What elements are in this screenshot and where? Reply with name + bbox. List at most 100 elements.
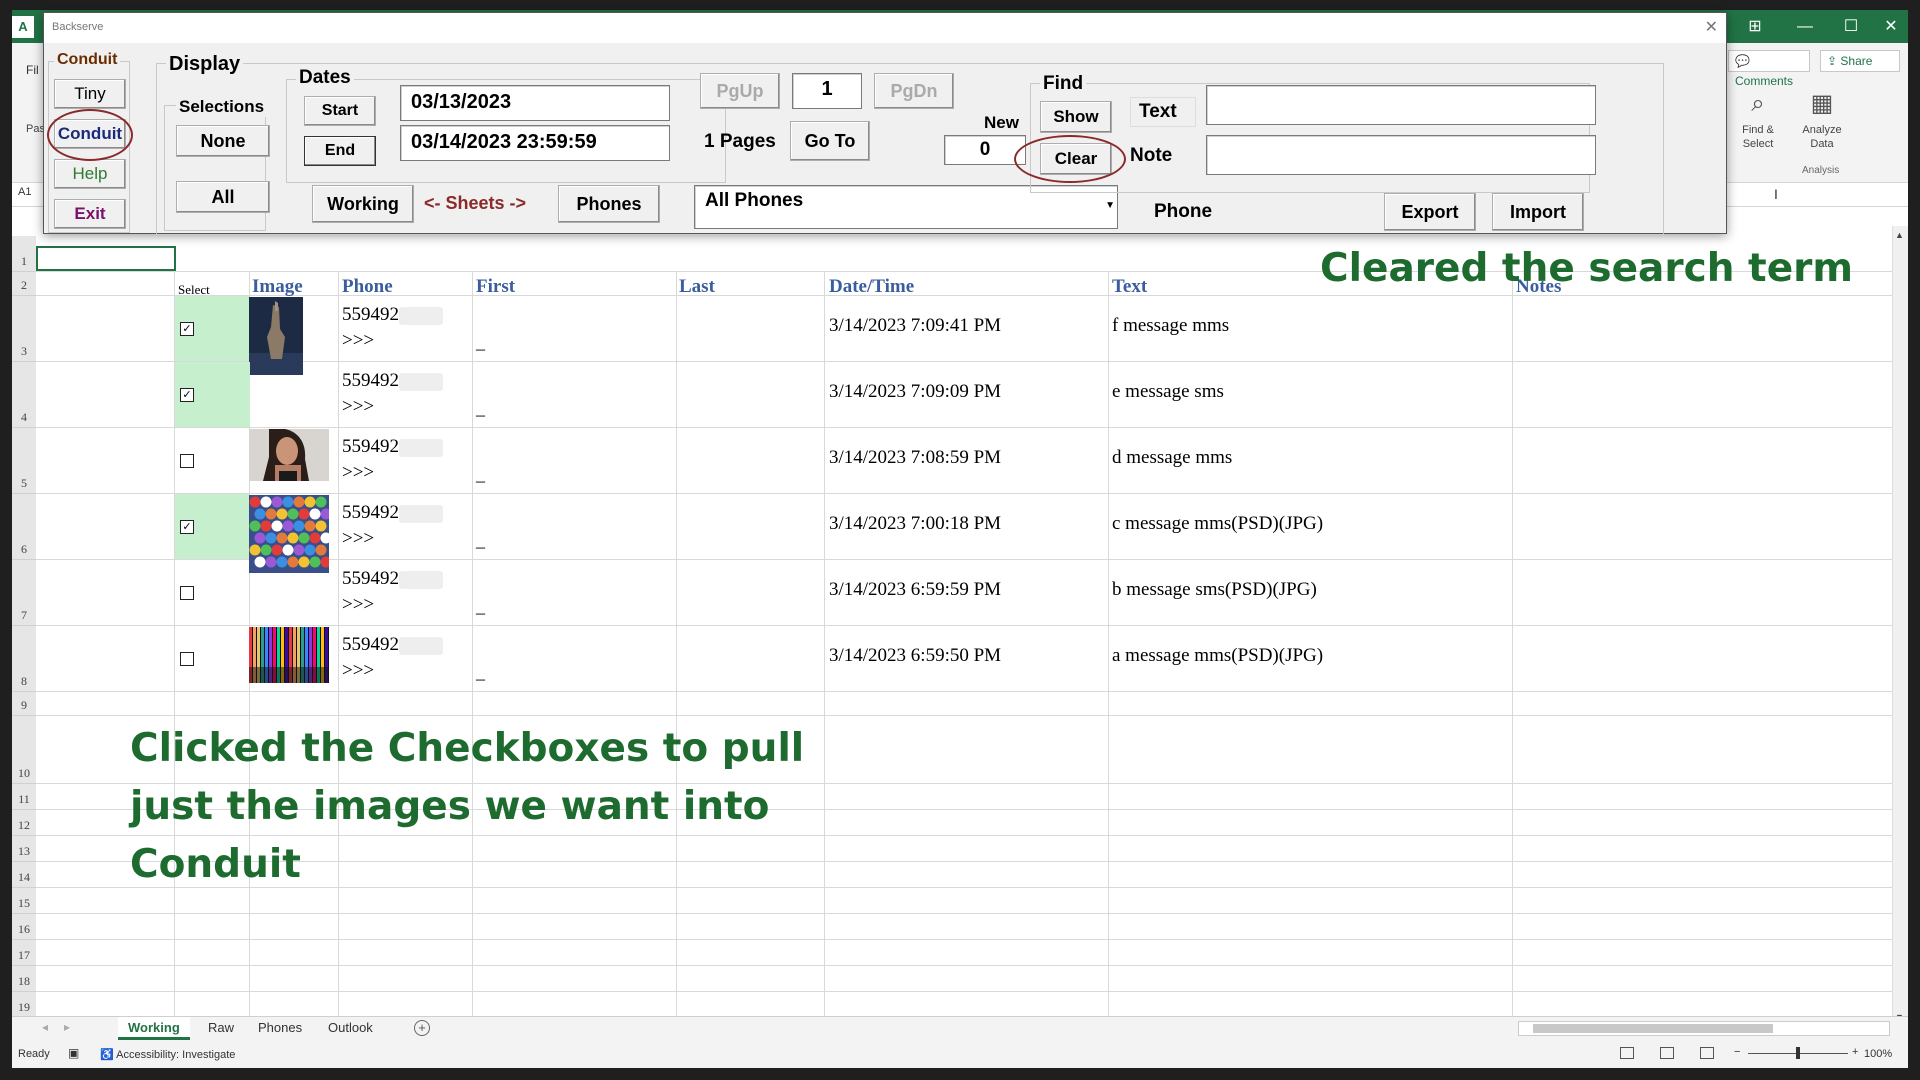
table-row[interactable]: 559492 >>> _ 3/14/2023 6:59:59 PM b message …: [12, 560, 1892, 626]
table-row[interactable]: ✓ 559492 >>> _ 3/14/2023 7:09:09 PM e message…: [12, 362, 1892, 428]
datetime-cell[interactable]: 3/14/2023 7:08:59 PM: [829, 447, 1001, 469]
table-row[interactable]: ✓ 559492 >>> _ 3/14/2023 7:09:41 PM f message…: [12, 296, 1892, 375]
row-header[interactable]: 9: [12, 692, 36, 716]
datetime-cell[interactable]: 3/14/2023 6:59:59 PM: [829, 579, 1001, 601]
import-button[interactable]: Import: [1492, 193, 1584, 231]
phone-cell[interactable]: 559492 >>>: [342, 566, 443, 618]
first-name-cell[interactable]: _: [476, 530, 485, 551]
close-window-button[interactable]: ✕: [1868, 10, 1908, 43]
row-header[interactable]: 14: [12, 862, 36, 888]
status-accessibility[interactable]: ♿ Accessibility: Investigate: [100, 1048, 235, 1061]
message-text-cell[interactable]: b message sms(PSD)(JPG): [1112, 579, 1317, 601]
file-tab[interactable]: Fil: [26, 63, 39, 77]
first-name-cell[interactable]: _: [476, 332, 485, 353]
page-break-view-icon[interactable]: [1700, 1047, 1714, 1059]
analyze-data-button[interactable]: ▦ Analyze Data: [1792, 89, 1852, 151]
table-row[interactable]: ✓ 559492 >>> _ 3/14/2023 7:00:18 PM c message…: [12, 494, 1892, 573]
pgdn-button[interactable]: PgDn: [874, 73, 954, 109]
checkbox-unchecked[interactable]: [180, 586, 194, 600]
worksheet-grid[interactable]: 1 2 3 4 5 6 7 8 9 10 11 12 13 14 15 16 17 18 19 Select Ima…: [12, 236, 1892, 1026]
exit-button[interactable]: Exit: [54, 199, 126, 229]
row-header[interactable]: 18: [12, 966, 36, 992]
sheet-tab-outlook[interactable]: Outlook: [318, 1017, 383, 1040]
select-all-corner[interactable]: [12, 236, 36, 246]
first-name-cell[interactable]: _: [476, 464, 485, 485]
datetime-cell[interactable]: 3/14/2023 6:59:50 PM: [829, 645, 1001, 667]
export-button[interactable]: Export: [1384, 193, 1476, 231]
datetime-cell[interactable]: 3/14/2023 7:09:41 PM: [829, 315, 1001, 337]
row-header[interactable]: 1: [12, 246, 36, 272]
page-number-field[interactable]: 1: [792, 73, 862, 109]
start-date-field[interactable]: 03/13/2023: [400, 85, 670, 121]
page-layout-view-icon[interactable]: [1660, 1047, 1674, 1059]
horizontal-scroll-thumb[interactable]: [1533, 1024, 1773, 1033]
message-text-cell[interactable]: e message sms: [1112, 381, 1224, 403]
sheet-tab-raw[interactable]: Raw: [198, 1017, 244, 1040]
find-text-field[interactable]: [1206, 85, 1596, 125]
comments-button[interactable]: 💬 Comments: [1728, 50, 1810, 88]
pgup-button[interactable]: PgUp: [700, 73, 780, 109]
first-name-cell[interactable]: _: [476, 398, 485, 419]
dialog-close-icon[interactable]: ✕: [1705, 17, 1718, 37]
phone-link-arrow[interactable]: >>>: [342, 396, 374, 417]
name-box[interactable]: A1: [18, 186, 42, 198]
find-select-button[interactable]: ⌕ Find & Select: [1728, 89, 1788, 151]
table-row[interactable]: 559492 >>> _ 3/14/2023 7:08:59 PM d message …: [12, 428, 1892, 494]
checkbox-unchecked[interactable]: [180, 454, 194, 468]
goto-button[interactable]: Go To: [790, 121, 870, 161]
first-name-cell[interactable]: _: [476, 662, 485, 683]
none-button[interactable]: None: [176, 125, 270, 157]
phone-link-arrow[interactable]: >>>: [342, 594, 374, 615]
find-note-field[interactable]: [1206, 135, 1596, 175]
checkbox-checked[interactable]: ✓: [180, 322, 194, 336]
minimize-button[interactable]: —: [1782, 10, 1828, 43]
phone-link-arrow[interactable]: >>>: [342, 462, 374, 483]
row-header[interactable]: 11: [12, 784, 36, 810]
zoom-in-icon[interactable]: +: [1852, 1046, 1858, 1058]
row-header[interactable]: 19: [12, 992, 36, 1018]
sheet-tab-working[interactable]: Working: [118, 1017, 190, 1040]
checkbox-checked[interactable]: ✓: [180, 388, 194, 402]
tiny-button[interactable]: Tiny: [54, 79, 126, 109]
checkbox-unchecked[interactable]: [180, 652, 194, 666]
row-header[interactable]: 17: [12, 940, 36, 966]
phone-cell[interactable]: 559492 >>>: [342, 500, 443, 552]
row-header[interactable]: 13: [12, 836, 36, 862]
zoom-level[interactable]: 100%: [1864, 1048, 1892, 1060]
datetime-cell[interactable]: 3/14/2023 7:00:18 PM: [829, 513, 1001, 535]
checkbox-checked[interactable]: ✓: [180, 520, 194, 534]
datetime-cell[interactable]: 3/14/2023 7:09:09 PM: [829, 381, 1001, 403]
message-text-cell[interactable]: f message mms: [1112, 315, 1229, 337]
add-sheet-icon[interactable]: +: [414, 1020, 430, 1036]
row-header[interactable]: 15: [12, 888, 36, 914]
end-button[interactable]: End: [304, 136, 376, 166]
help-button[interactable]: Help: [54, 159, 126, 189]
horizontal-scrollbar[interactable]: [1518, 1021, 1890, 1036]
phone-cell[interactable]: 559492 >>>: [342, 434, 443, 486]
row-header[interactable]: 10: [12, 716, 36, 784]
row-header[interactable]: 12: [12, 810, 36, 836]
phone-cell[interactable]: 559492 >>>: [342, 632, 443, 684]
row-header[interactable]: 2: [12, 272, 36, 296]
phone-link-arrow[interactable]: >>>: [342, 660, 374, 681]
share-button[interactable]: ⇪ Share: [1820, 50, 1900, 72]
phone-link-arrow[interactable]: >>>: [342, 528, 374, 549]
zoom-out-icon[interactable]: −: [1734, 1046, 1740, 1058]
sheet-tab-phones[interactable]: Phones: [248, 1017, 312, 1040]
first-name-cell[interactable]: _: [476, 596, 485, 617]
tab-scroll-left-icon[interactable]: ◂: [42, 1020, 48, 1034]
message-text-cell[interactable]: d message mms: [1112, 447, 1232, 469]
message-text-cell[interactable]: c message mms(PSD)(JPG): [1112, 513, 1323, 535]
zoom-slider-knob[interactable]: [1796, 1047, 1800, 1059]
phones-sheet-button[interactable]: Phones: [558, 185, 660, 223]
row-header[interactable]: 16: [12, 914, 36, 940]
show-button[interactable]: Show: [1040, 101, 1112, 133]
phone-link-arrow[interactable]: >>>: [342, 330, 374, 351]
message-image-thumbnail[interactable]: [249, 627, 329, 705]
message-text-cell[interactable]: a message mms(PSD)(JPG): [1112, 645, 1323, 667]
vertical-scrollbar[interactable]: ▲ ▼: [1892, 226, 1908, 1026]
macro-record-icon[interactable]: ▣: [68, 1046, 79, 1060]
scroll-up-icon[interactable]: ▲: [1895, 230, 1904, 240]
table-row[interactable]: 559492 >>> _ 3/14/2023 6:59:50 PM a message …: [12, 626, 1892, 692]
start-button[interactable]: Start: [304, 96, 376, 126]
